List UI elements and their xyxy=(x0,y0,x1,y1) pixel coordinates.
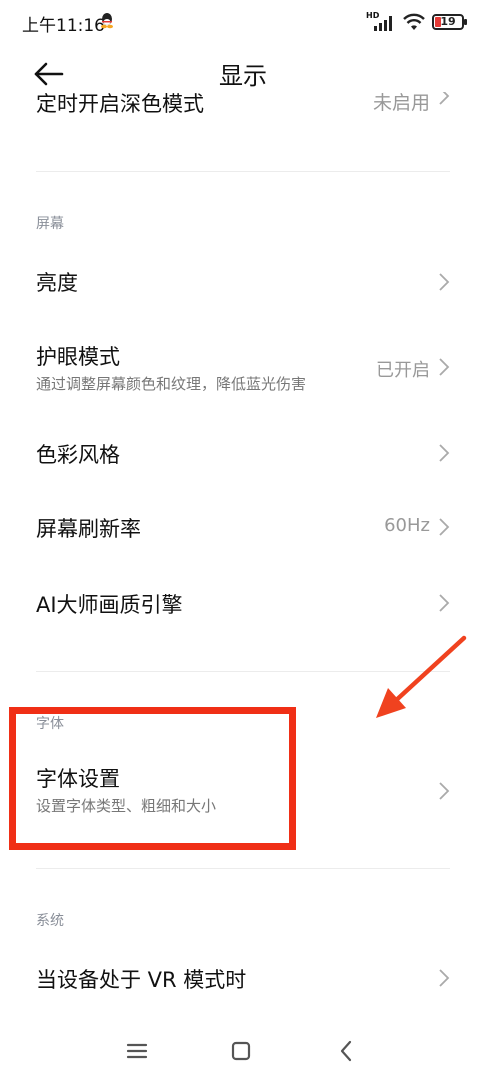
dark-mode-schedule-row[interactable]: 定时开启深色模式 未启用 xyxy=(0,92,486,122)
row-value: 60Hz xyxy=(384,515,430,536)
row-label: 当设备处于 VR 模式时 xyxy=(36,968,247,992)
status-time: 上午11:16 xyxy=(22,16,105,36)
battery-level: 19 xyxy=(440,15,456,28)
row-value: 未启用 xyxy=(372,92,430,114)
chevron-right-icon xyxy=(439,92,450,105)
setting-item-ai-engine[interactable]: AI大师画质引擎 xyxy=(0,570,486,634)
status-bar: 上午11:16 HD 19 xyxy=(0,0,486,44)
row-value: 已开启 xyxy=(376,360,430,381)
network-badge: HD xyxy=(366,11,380,20)
page-title: 显示 xyxy=(219,62,267,90)
qq-icon xyxy=(101,13,113,29)
divider xyxy=(36,171,450,172)
chevron-right-icon xyxy=(439,969,450,987)
back-icon[interactable] xyxy=(332,1036,362,1066)
chevron-right-icon xyxy=(439,273,450,291)
row-label: 屏幕刷新率 xyxy=(36,517,141,541)
signal-icon: HD xyxy=(366,11,396,31)
section-header-system: 系统 xyxy=(36,913,64,929)
setting-item-refresh-rate[interactable]: 屏幕刷新率 60Hz xyxy=(0,495,486,559)
home-icon[interactable] xyxy=(226,1036,256,1066)
battery-icon: 19 xyxy=(432,14,467,30)
row-label: 亮度 xyxy=(36,271,78,295)
status-indicators: HD 19 xyxy=(366,11,467,33)
section-header-screen: 屏幕 xyxy=(36,216,64,232)
row-label: 护眼模式 xyxy=(36,345,120,369)
chevron-right-icon xyxy=(439,782,450,800)
chevron-right-icon xyxy=(439,518,450,536)
annotation-highlight-box xyxy=(9,707,296,850)
system-nav-bar xyxy=(0,1024,486,1080)
row-label: 色彩风格 xyxy=(36,443,120,467)
setting-item-eye-care[interactable]: 护眼模式 通过调整屏幕颜色和纹理，降低蓝光伤害 已开启 xyxy=(0,330,486,404)
setting-item-vr-mode[interactable]: 当设备处于 VR 模式时 xyxy=(0,945,486,1009)
menu-icon[interactable] xyxy=(122,1036,152,1066)
row-label: AI大师画质引擎 xyxy=(36,593,183,617)
row-label: 定时开启深色模式 xyxy=(36,92,204,116)
setting-item-color-style[interactable]: 色彩风格 xyxy=(0,420,486,484)
setting-item-brightness[interactable]: 亮度 xyxy=(0,250,486,314)
wifi-icon xyxy=(403,13,425,30)
chevron-right-icon xyxy=(439,358,450,376)
row-subtitle: 通过调整屏幕颜色和纹理，降低蓝光伤害 xyxy=(36,375,307,393)
chevron-right-icon xyxy=(439,594,450,612)
divider xyxy=(36,868,450,869)
chevron-right-icon xyxy=(439,444,450,462)
annotation-arrow-icon xyxy=(376,635,467,718)
